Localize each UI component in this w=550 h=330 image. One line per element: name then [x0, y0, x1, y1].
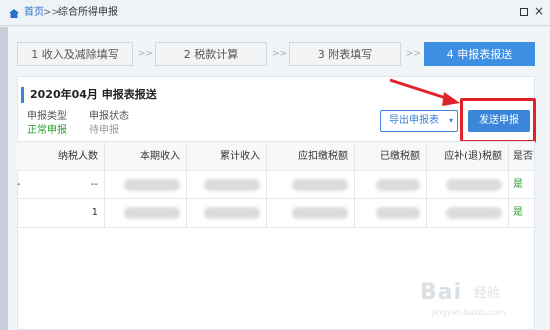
redacted-cell	[427, 199, 509, 227]
redacted-cell	[187, 199, 267, 227]
column-header: 已缴税额	[355, 142, 427, 170]
watermark-brand: Bai	[420, 280, 463, 305]
table-header-row: 纳税人数 本期收入 累计收入 应扣缴税额 已缴税额 应补(退)税额 是否可	[17, 141, 535, 171]
redacted-cell	[187, 171, 267, 198]
redacted-cell	[267, 199, 355, 227]
taxpayer-count-cell: 1	[17, 199, 105, 227]
baidu-jingyan-watermark: Bai 经验 jingyan.baidu.com	[420, 280, 540, 320]
redacted-cell	[105, 199, 187, 227]
column-header: 纳税人数	[17, 142, 105, 170]
redacted-cell	[355, 171, 427, 198]
report-table: 纳税人数 本期收入 累计收入 应扣缴税额 已缴税额 应补(退)税额 是否可 - …	[17, 141, 535, 229]
column-header: 是否可	[509, 142, 535, 170]
flag-cell: 是	[509, 199, 535, 227]
table-row[interactable]: - -- 是	[17, 171, 535, 199]
redacted-cell	[267, 171, 355, 198]
redacted-cell	[427, 171, 509, 198]
column-header: 累计收入	[187, 142, 267, 170]
taxpayer-count-cell: --	[17, 171, 105, 198]
flag-cell: 是	[509, 171, 535, 198]
redacted-cell	[355, 199, 427, 227]
redacted-cell	[105, 171, 187, 198]
column-header: 应扣缴税额	[267, 142, 355, 170]
column-header: 本期收入	[105, 142, 187, 170]
table-row[interactable]: 1 是	[17, 199, 535, 228]
column-header: 应补(退)税额	[427, 142, 509, 170]
watermark-url: jingyan.baidu.com	[432, 308, 506, 317]
watermark-sub: 经验	[474, 286, 501, 301]
